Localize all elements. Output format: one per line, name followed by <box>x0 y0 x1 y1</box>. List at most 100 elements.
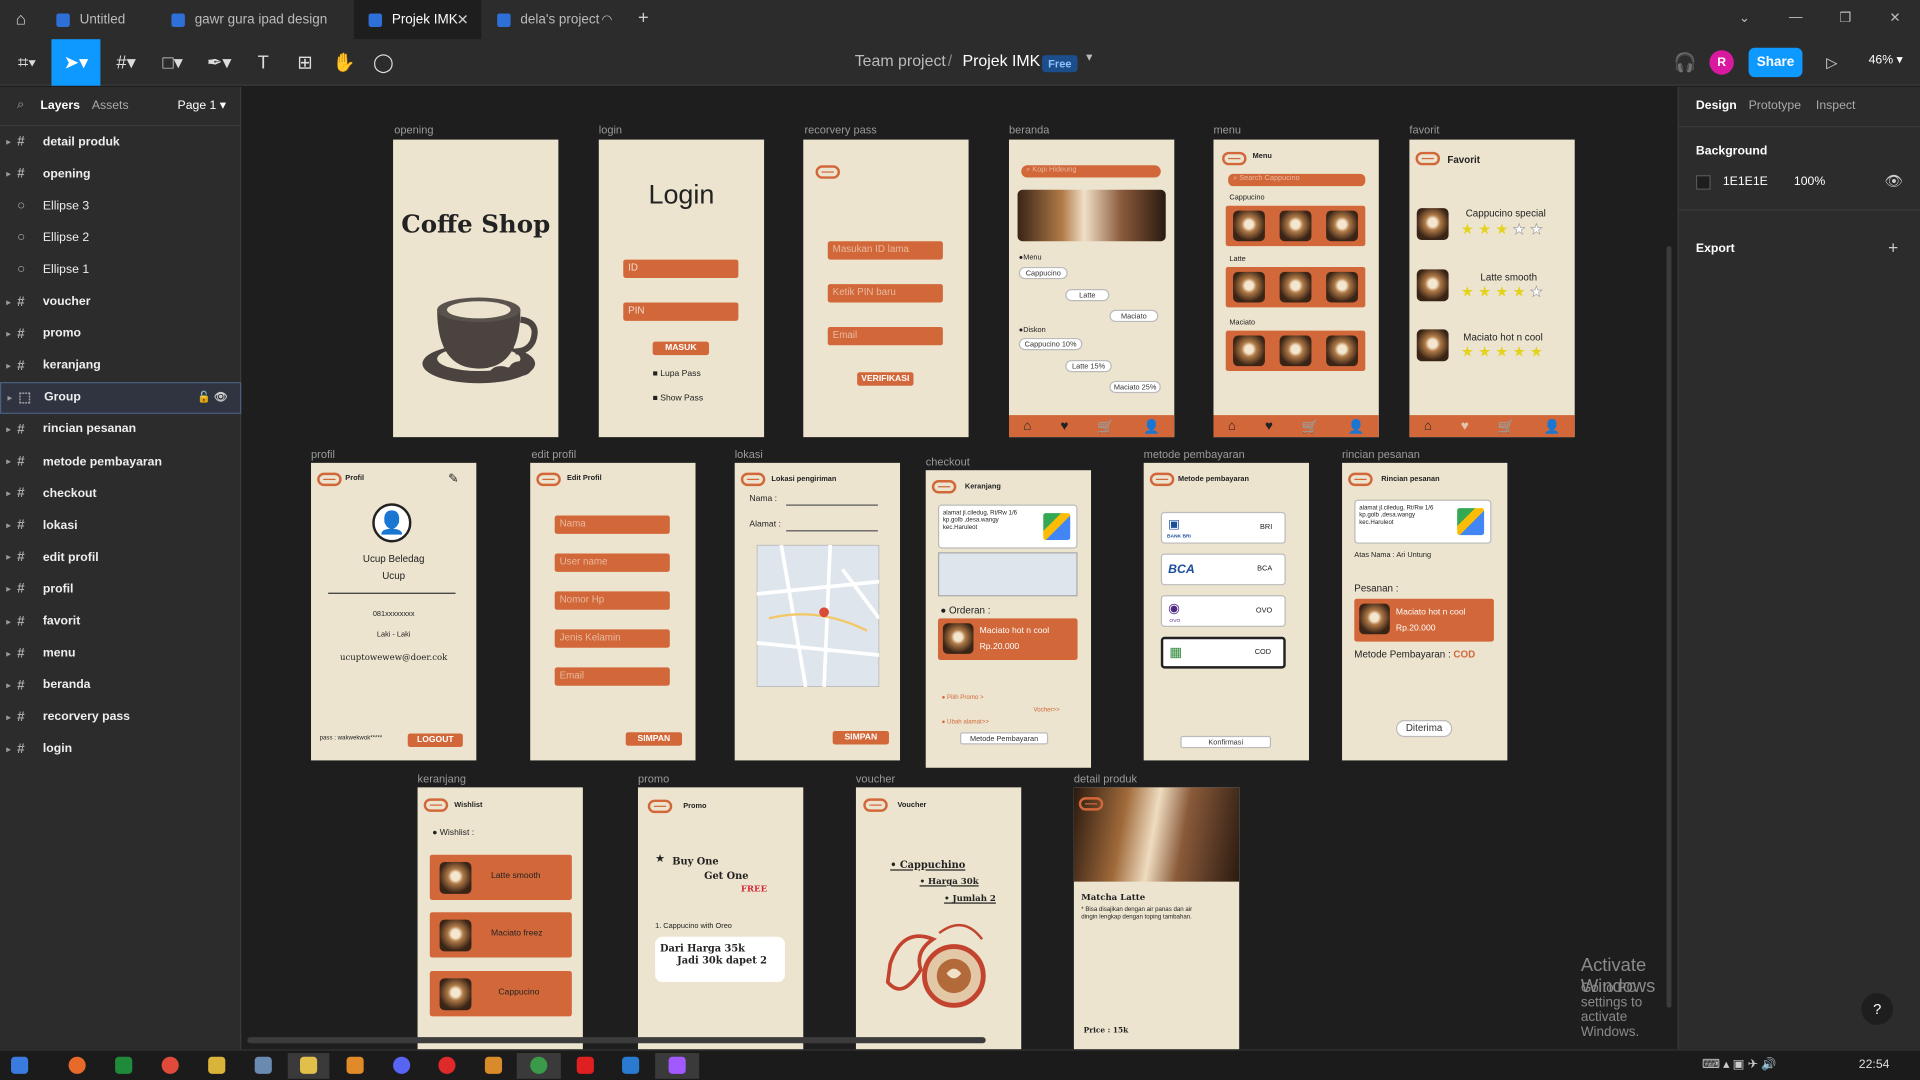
frame-login[interactable]: Login ID PIN MASUK ■ Lupa Pass ■ Show Pa… <box>598 139 765 438</box>
tab-delas-project[interactable]: dela's project ◠ <box>482 0 626 39</box>
expand-caret-icon[interactable]: ▸ <box>0 680 17 691</box>
comment-tool-icon[interactable]: ◯ <box>365 39 402 86</box>
user-icon[interactable]: 👤 <box>1348 418 1365 434</box>
layer-item[interactable]: ○ Ellipse 2 <box>0 222 241 254</box>
back-arrow-icon[interactable] <box>317 472 342 487</box>
tab-design[interactable]: Design <box>1696 99 1737 112</box>
present-play-icon[interactable]: ▷ <box>1817 39 1846 86</box>
chrome-icon[interactable] <box>530 1056 548 1074</box>
edit-pencil-icon[interactable]: ✎ <box>448 473 458 486</box>
frame-metode-pembayaran[interactable]: Metode pembayaran ▣ BANK BRI BRI BCA BCA ◉ O… <box>1143 462 1309 761</box>
text-tool-icon[interactable]: T <box>245 39 282 86</box>
expand-caret-icon[interactable]: ▸ <box>0 712 17 723</box>
back-arrow-icon[interactable] <box>1078 797 1104 811</box>
cart-icon[interactable]: 🛒 <box>1498 418 1515 434</box>
email-field[interactable]: Email <box>827 326 943 346</box>
expand-caret-icon[interactable]: ▸ <box>0 521 17 531</box>
frame-label-checkout[interactable]: checkout <box>926 456 970 468</box>
frame-label-favorit[interactable]: favorit <box>1409 124 1439 136</box>
clock[interactable]: 22:54 <box>1859 1058 1890 1071</box>
close-window-icon[interactable]: ✕ <box>1889 10 1900 26</box>
layer-item[interactable]: ▸ # opening <box>0 158 241 190</box>
voucher-link[interactable]: Vocher>> <box>1033 707 1059 714</box>
fav-item-3[interactable]: Maciato hot n cool <box>1463 332 1543 343</box>
home-icon[interactable]: ⌂ <box>1228 419 1236 434</box>
vertical-scrollbar[interactable] <box>1666 246 1672 1008</box>
wishlist-item[interactable]: Maciato freez <box>429 912 572 958</box>
back-arrow-icon[interactable] <box>1415 151 1441 166</box>
move-tool-icon[interactable]: ➤▾ <box>51 39 101 86</box>
heart-icon[interactable]: ♥ <box>1060 419 1068 434</box>
diterima-button[interactable]: Diterima <box>1395 720 1453 738</box>
layer-item[interactable]: ▸ # promo <box>0 318 241 350</box>
pin-field[interactable]: PIN <box>623 302 739 321</box>
nama-field[interactable]: Nama <box>554 515 670 534</box>
background-opacity[interactable]: 100% <box>1794 175 1825 188</box>
chip-cappucino[interactable]: Cappucino <box>1018 266 1068 280</box>
frame-label-rincian[interactable]: rincian pesanan <box>1342 448 1420 460</box>
konfirmasi-button[interactable]: Konfirmasi <box>1180 735 1272 749</box>
frame-label-lokasi[interactable]: lokasi <box>735 448 763 460</box>
cart-icon[interactable]: 🛒 <box>1097 418 1114 434</box>
back-arrow-icon[interactable] <box>423 798 449 812</box>
design-canvas[interactable]: opening Coffe Shop login Login ID PIN MA… <box>242 86 1678 1050</box>
layer-item[interactable]: ▸ # beranda <box>0 669 241 701</box>
product-image[interactable] <box>1233 210 1265 242</box>
product-image[interactable] <box>1326 335 1358 367</box>
user-icon[interactable]: 👤 <box>1143 418 1160 434</box>
fav-item-2[interactable]: Latte smooth <box>1480 272 1537 283</box>
simpan-button[interactable]: SIMPAN <box>832 731 889 745</box>
hand-tool-icon[interactable]: ✋ <box>326 39 363 86</box>
gender-field[interactable]: Jenis Kelamin <box>554 629 670 648</box>
close-icon[interactable]: ✕ <box>457 11 469 28</box>
layer-item[interactable]: ▸ # edit profil <box>0 542 241 574</box>
notes-icon[interactable] <box>254 1056 272 1074</box>
chip-diskon-latte[interactable]: Latte 15% <box>1065 360 1112 373</box>
forgot-pass-checkbox[interactable]: ■ Lupa Pass <box>653 370 701 379</box>
frame-label-menu[interactable]: menu <box>1213 124 1241 136</box>
back-arrow-icon[interactable] <box>863 798 888 812</box>
back-arrow-icon[interactable] <box>815 165 841 179</box>
youtube-icon[interactable] <box>576 1056 594 1074</box>
pilih-promo-link[interactable]: ● Pilih Promo > <box>942 694 984 701</box>
back-arrow-icon[interactable] <box>931 480 957 494</box>
payment-bca[interactable]: BCA BCA <box>1160 553 1286 586</box>
team-name[interactable]: Team project <box>855 51 946 69</box>
expand-caret-icon[interactable]: ▸ <box>0 553 17 563</box>
files-icon[interactable] <box>208 1056 226 1074</box>
email-field[interactable]: Email <box>554 667 670 686</box>
frame-label-voucher[interactable]: voucher <box>856 773 895 785</box>
layer-item[interactable]: ▸ # metode pembayaran <box>0 446 241 478</box>
location-map[interactable] <box>756 544 880 687</box>
expand-caret-icon[interactable]: ▸ <box>0 744 17 755</box>
ubah-alamat-link[interactable]: ● Ubah alamat>> <box>942 719 989 726</box>
frame-beranda[interactable]: ⌕ Kopi Hideung ●Menu Cappucino Latte Mac… <box>1008 139 1175 438</box>
simpan-button[interactable]: SIMPAN <box>625 732 683 746</box>
expand-caret-icon[interactable]: ▸ <box>0 329 17 339</box>
new-pin-field[interactable]: Ketik PIN baru <box>827 284 943 303</box>
tab-layers[interactable]: Layers <box>40 99 79 112</box>
expand-caret-icon[interactable]: ▸ <box>0 361 17 371</box>
search-bar[interactable]: ⌕ Kopi Hideung <box>1021 165 1161 178</box>
page-selector[interactable]: Page 1 ▾ <box>178 99 226 112</box>
layer-item[interactable]: ○ Ellipse 1 <box>0 254 241 286</box>
product-image[interactable] <box>1233 335 1265 367</box>
shape-tool-icon[interactable]: □▾ <box>152 39 194 86</box>
masuk-button[interactable]: MASUK <box>652 341 709 356</box>
back-arrow-icon[interactable] <box>536 472 561 487</box>
layer-item[interactable]: ▸ # checkout <box>0 478 241 510</box>
frame-rincian-pesanan[interactable]: Rincian pesanan alamat jl.ciledug, Rt/Rw… <box>1342 462 1508 761</box>
background-hex[interactable]: 1E1E1E <box>1723 175 1768 188</box>
expand-caret-icon[interactable]: ▸ <box>0 585 17 595</box>
back-arrow-icon[interactable] <box>1348 472 1373 487</box>
back-arrow-icon[interactable] <box>1149 472 1175 487</box>
product-image[interactable] <box>1326 210 1358 242</box>
order-item[interactable]: Maciato hot n cool Rp.20.000 <box>937 618 1078 661</box>
background-color-swatch[interactable] <box>1695 175 1711 190</box>
horizontal-scrollbar[interactable] <box>247 1037 986 1044</box>
frame-label-opening[interactable]: opening <box>394 124 433 136</box>
frame-label-beranda[interactable]: beranda <box>1009 124 1049 136</box>
search-icon[interactable]: ⌕ <box>17 98 24 111</box>
layer-item[interactable]: ○ Ellipse 3 <box>0 190 241 222</box>
tab-assets[interactable]: Assets <box>92 99 129 112</box>
